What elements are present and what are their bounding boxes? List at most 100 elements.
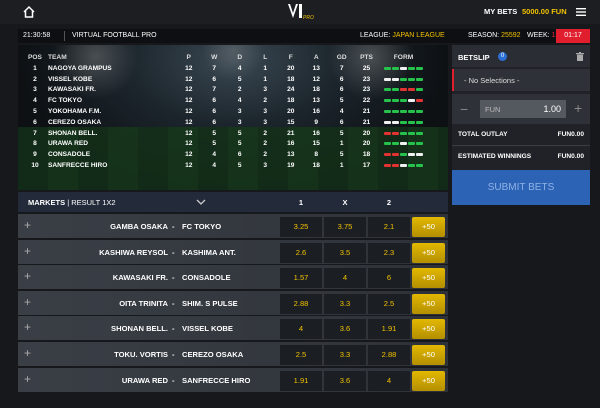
more-markets-button[interactable]: +50 — [412, 242, 445, 263]
form-indicator-win — [408, 131, 415, 135]
odds-home-button[interactable]: 1.91 — [280, 370, 322, 391]
form-indicator-win — [384, 66, 391, 70]
cell-f: 16 — [287, 140, 295, 148]
cell-pts: 17 — [362, 162, 371, 170]
odds-home-button[interactable]: 2.5 — [280, 344, 322, 365]
form-indicator-draw — [408, 153, 415, 157]
stake-input[interactable]: FUN 1.00 — [480, 100, 566, 118]
form-indicator-loss — [392, 131, 399, 135]
odds-home-button[interactable]: 4 — [280, 319, 322, 340]
home-team: TOKU. VORTIS — [114, 349, 168, 359]
more-markets-button[interactable]: +50 — [412, 370, 445, 391]
cell-gd: 6 — [339, 86, 344, 94]
cell-pos: 1 — [33, 64, 37, 72]
cell-d: 5 — [237, 140, 242, 148]
form-indicator-win — [392, 66, 399, 70]
trash-icon[interactable] — [576, 52, 584, 61]
odds-draw-button[interactable]: 3.6 — [324, 319, 366, 340]
cell-l: 1 — [263, 75, 268, 83]
markets-header[interactable]: MARKETS | RESULT 1X2 1 X 2 — [18, 192, 448, 212]
cell-pts: 22 — [362, 97, 371, 105]
vs-dash: - — [172, 222, 175, 231]
odds-away-button[interactable]: 2.88 — [368, 344, 410, 365]
form-indicator-draw — [400, 164, 407, 168]
cell-w: 6 — [212, 108, 217, 116]
cell-pos: 2 — [33, 75, 37, 83]
cell-d: 5 — [237, 162, 242, 170]
cell-gd: 1 — [339, 162, 344, 170]
odds-draw-button[interactable]: 3.6 — [324, 370, 366, 391]
cell-pts: 21 — [362, 118, 371, 126]
odds-away-button[interactable]: 2.5 — [368, 293, 410, 314]
away-team: VISSEL KOBE — [182, 324, 233, 334]
odds-away-button[interactable]: 2.3 — [368, 242, 410, 263]
home-team: OITA TRINITA — [119, 298, 168, 308]
markets-title: MARKETS | RESULT 1X2 — [28, 198, 116, 207]
form-indicator-win — [400, 131, 407, 135]
more-markets-button[interactable]: +50 — [412, 293, 445, 314]
season-info: SEASON: 25592 — [468, 32, 521, 39]
cell-w: 5 — [212, 140, 217, 148]
odds-away-button[interactable]: 2.1 — [368, 217, 410, 237]
expand-plus-icon[interactable]: + — [24, 270, 36, 282]
table-row: 10 SANFRECCE HIRO 12 4 5 3 19 18 1 17 — [22, 160, 429, 171]
stake-currency: FUN — [485, 105, 501, 114]
odds-home-button[interactable]: 2.6 — [280, 242, 322, 263]
betslip-panel: BETSLIP 0 - No Selections - − FUN 1.00 +… — [452, 45, 590, 205]
odds-home-button[interactable]: 3.25 — [280, 217, 322, 237]
table-row: 7 SHONAN BELL. 12 5 5 2 21 16 5 20 — [22, 128, 429, 139]
minus-icon[interactable]: − — [460, 101, 468, 117]
form-indicator-win — [384, 142, 391, 146]
form-indicator-win — [416, 110, 423, 114]
menu-icon[interactable] — [576, 8, 586, 16]
odds-home-button[interactable]: 2.88 — [280, 293, 322, 314]
odds-draw-button[interactable]: 3.3 — [324, 293, 366, 314]
form-indicator-win — [392, 110, 399, 114]
cell-form — [379, 85, 429, 96]
expand-plus-icon[interactable]: + — [24, 245, 36, 257]
plus-icon[interactable]: + — [574, 100, 582, 116]
expand-plus-icon[interactable]: + — [24, 296, 36, 308]
odds-away-button[interactable]: 1.91 — [368, 319, 410, 340]
cell-team: SANFRECCE HIRO — [48, 162, 108, 170]
more-markets-button[interactable]: +50 — [412, 344, 445, 365]
cell-pos: 3 — [33, 86, 37, 94]
week-info: WEEK: 13 — [527, 32, 559, 39]
more-markets-button[interactable]: +50 — [412, 217, 445, 237]
odds-home-button[interactable]: 1.57 — [280, 268, 322, 289]
svg-text:PRO: PRO — [303, 15, 314, 21]
expand-plus-icon[interactable]: + — [24, 321, 36, 333]
odds-draw-button[interactable]: 4 — [324, 268, 366, 289]
cell-gd: 4 — [339, 108, 344, 116]
more-markets-button[interactable]: +50 — [412, 319, 445, 340]
col-f: F — [288, 54, 293, 61]
expand-plus-icon[interactable]: + — [24, 373, 36, 385]
chevron-down-icon[interactable] — [196, 197, 206, 207]
home-team: KAWASAKI FR. — [112, 273, 168, 283]
submit-bets-button[interactable]: SUBMIT BETS — [452, 170, 590, 205]
cell-form — [379, 139, 429, 150]
form-indicator-draw — [392, 120, 399, 124]
home-icon[interactable] — [22, 5, 36, 19]
cell-pts: 20 — [362, 140, 371, 148]
clock: 21:30:58 — [23, 32, 51, 39]
table-row: 1 NAGOYA GRAMPUS 12 7 4 1 20 13 7 25 — [22, 63, 429, 74]
odds-away-button[interactable]: 4 — [368, 370, 410, 391]
away-team: SHIM. S PULSE — [182, 298, 238, 308]
odds-draw-button[interactable]: 3.3 — [324, 344, 366, 365]
expand-plus-icon[interactable]: + — [24, 219, 36, 231]
table-row: 2 VISSEL KOBE 12 6 5 1 18 12 6 23 — [22, 74, 429, 85]
cell-a: 15 — [312, 140, 320, 148]
col-l: L — [263, 54, 268, 61]
app-logo[interactable]: PRO — [286, 2, 316, 22]
my-bets-link[interactable]: MY BETS — [484, 7, 517, 16]
league-info: LEAGUE: JAPAN LEAGUE — [360, 32, 445, 39]
cell-pts: 21 — [362, 108, 371, 116]
more-markets-button[interactable]: +50 — [412, 268, 445, 289]
match-row: + KAWASAKI FR. - CONSADOLE 1.57 4 6 +50 — [18, 265, 448, 290]
expand-plus-icon[interactable]: + — [24, 347, 36, 359]
odds-away-button[interactable]: 6 — [368, 268, 410, 289]
odds-draw-button[interactable]: 3.75 — [324, 217, 366, 237]
cell-form — [379, 160, 429, 171]
odds-draw-button[interactable]: 3.5 — [324, 242, 366, 263]
